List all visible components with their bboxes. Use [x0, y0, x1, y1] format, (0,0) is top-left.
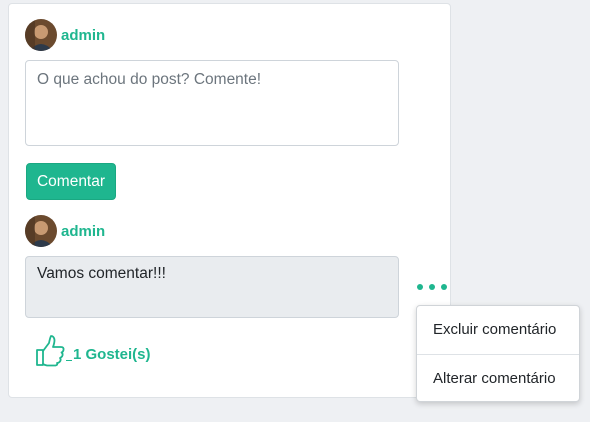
avatar	[25, 215, 57, 247]
dot	[417, 284, 423, 290]
comment-author: admin	[25, 215, 105, 247]
like-underline	[66, 360, 72, 361]
like-button[interactable]: 1 Gostei(s)	[35, 334, 151, 367]
username[interactable]: admin	[61, 223, 105, 240]
avatar	[25, 19, 57, 51]
comment-text: Vamos comentar!!!	[25, 256, 399, 318]
edit-comment-option[interactable]: Alterar comentário	[417, 355, 579, 403]
comment-button[interactable]: Comentar	[26, 163, 116, 200]
comment-input[interactable]	[25, 60, 399, 146]
more-dots-icon[interactable]	[417, 281, 447, 293]
current-user: admin	[25, 19, 105, 51]
dot	[441, 284, 447, 290]
delete-comment-option[interactable]: Excluir comentário	[417, 306, 579, 354]
comments-card: admin Comentar admin Vamos comentar!!! 1…	[8, 3, 451, 398]
dot	[429, 284, 435, 290]
thumbs-up-icon	[36, 335, 65, 367]
like-count[interactable]: 1 Gostei(s)	[73, 346, 151, 367]
username[interactable]: admin	[61, 27, 105, 44]
comment-options-menu: Excluir comentário Alterar comentário	[416, 305, 580, 402]
